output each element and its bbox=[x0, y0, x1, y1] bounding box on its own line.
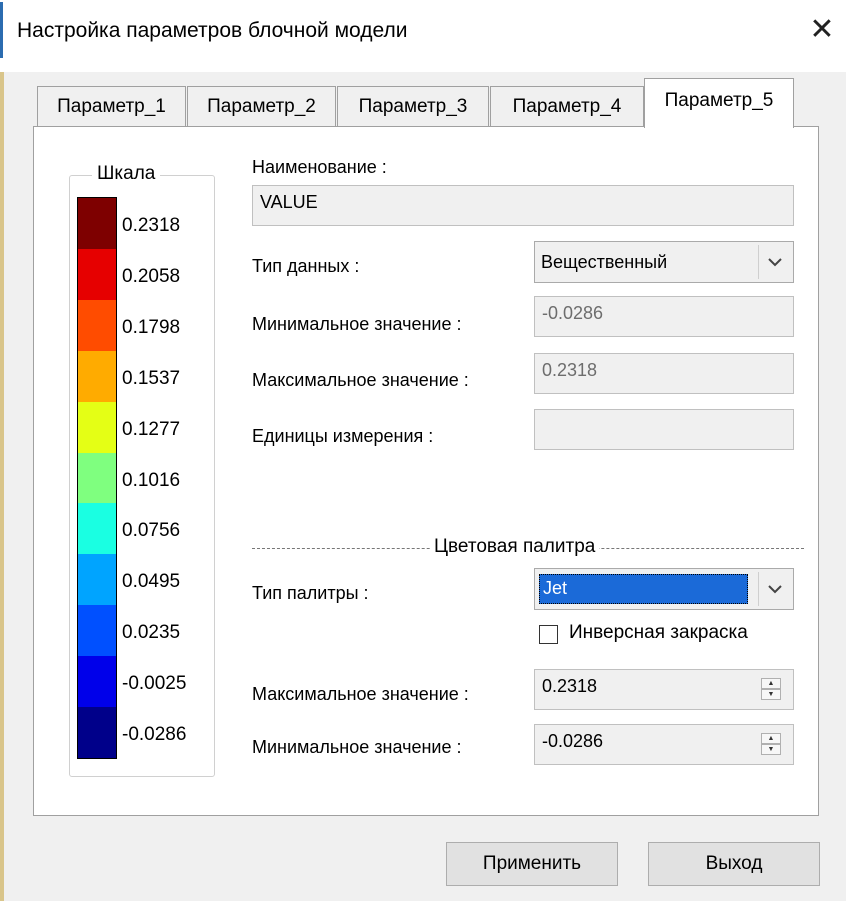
palette-type-label: Тип палитры : bbox=[252, 583, 369, 603]
exit-button[interactable]: Выход bbox=[648, 842, 820, 886]
apply-button[interactable]: Применить bbox=[446, 842, 618, 886]
color-scale-segment bbox=[78, 605, 116, 657]
scale-title: Шкала bbox=[92, 163, 161, 185]
tab-panel: Шкала 0.2318 0.2058 0.1798 0.1537 0.1277 0.10… bbox=[33, 126, 819, 816]
tab-parameter-4[interactable]: Параметр_4 bbox=[490, 86, 644, 126]
title-bar: Настройка параметров блочной модели ✕ bbox=[0, 0, 846, 72]
palette-min-label: Минимальное значение : bbox=[252, 737, 462, 757]
spin-up-icon[interactable]: ▲ bbox=[761, 733, 781, 744]
color-scale-segment bbox=[78, 248, 116, 300]
chevron-down-icon[interactable] bbox=[758, 245, 791, 279]
color-scale-label: 0.1537 bbox=[122, 367, 181, 389]
color-scale-label: 0.2318 bbox=[122, 215, 181, 236]
spin-up-icon[interactable]: ▲ bbox=[761, 678, 781, 689]
inverse-fill-checkbox[interactable] bbox=[539, 625, 558, 644]
name-field[interactable]: VALUE bbox=[252, 185, 794, 226]
tab-parameter-2[interactable]: Параметр_2 bbox=[187, 86, 336, 126]
title-accent bbox=[0, 2, 3, 58]
name-label: Наименование : bbox=[252, 157, 387, 177]
inverse-fill-label: Инверсная закраска bbox=[569, 622, 748, 643]
tab-parameter-3[interactable]: Параметр_3 bbox=[337, 86, 489, 126]
units-field[interactable] bbox=[534, 409, 794, 450]
color-scale-label: 0.0495 bbox=[122, 571, 181, 593]
palette-type-value: Jet bbox=[539, 574, 748, 604]
spin-down-icon[interactable]: ▼ bbox=[761, 744, 781, 755]
tab-parameter-1[interactable]: Параметр_1 bbox=[37, 86, 186, 126]
max-value-field[interactable]: 0.2318 bbox=[534, 353, 794, 394]
palette-max-value: 0.2318 bbox=[542, 676, 598, 696]
chevron-down-icon[interactable] bbox=[758, 572, 791, 606]
data-type-value: Вещественный bbox=[541, 252, 668, 272]
color-scale-bar bbox=[77, 197, 117, 759]
color-scale-segment bbox=[78, 401, 116, 453]
palette-type-select[interactable]: Jet bbox=[534, 568, 794, 610]
tab-parameter-5[interactable]: Параметр_5 bbox=[644, 78, 794, 128]
window-title: Настройка параметров блочной модели bbox=[17, 19, 408, 42]
spin-down-icon[interactable]: ▼ bbox=[761, 689, 781, 700]
color-scale-label: -0.0286 bbox=[122, 724, 187, 746]
units-label: Единицы измерения : bbox=[252, 426, 434, 446]
close-icon[interactable]: ✕ bbox=[806, 14, 838, 46]
color-scale-segment bbox=[78, 554, 116, 606]
min-value-label: Минимальное значение : bbox=[252, 314, 462, 334]
color-scale-label: -0.0025 bbox=[122, 673, 187, 695]
color-scale-segment bbox=[78, 452, 116, 504]
max-value-label: Максимальное значение : bbox=[252, 370, 469, 390]
palette-min-value: -0.0286 bbox=[542, 731, 604, 751]
color-scale-segment bbox=[78, 198, 116, 249]
color-scale-label: 0.0756 bbox=[122, 520, 181, 542]
color-scale-label: 0.2058 bbox=[122, 265, 181, 287]
palette-max-field[interactable]: 0.2318 ▲ ▼ bbox=[534, 669, 794, 710]
color-scale-label: 0.1798 bbox=[122, 316, 181, 338]
color-scale-segment bbox=[78, 299, 116, 351]
data-type-label: Тип данных : bbox=[252, 256, 360, 276]
spin-arrows-icon[interactable]: ▲ ▼ bbox=[761, 733, 781, 755]
color-scale-segment bbox=[78, 503, 116, 555]
min-value-field[interactable]: -0.0286 bbox=[534, 296, 794, 337]
color-scale-segment bbox=[78, 707, 116, 758]
window-edge bbox=[0, 72, 4, 901]
spin-arrows-icon[interactable]: ▲ ▼ bbox=[761, 678, 781, 700]
color-scale-segment bbox=[78, 350, 116, 402]
data-type-select[interactable]: Вещественный bbox=[534, 241, 794, 283]
color-scale-segment bbox=[78, 656, 116, 708]
palette-section-title: Цветовая палитра bbox=[430, 536, 600, 558]
color-scale-label: 0.0235 bbox=[122, 622, 181, 644]
palette-max-label: Максимальное значение : bbox=[252, 684, 469, 704]
palette-min-field[interactable]: -0.0286 ▲ ▼ bbox=[534, 724, 794, 765]
color-scale-label: 0.1277 bbox=[122, 418, 181, 440]
color-scale-label: 0.1016 bbox=[122, 469, 181, 491]
